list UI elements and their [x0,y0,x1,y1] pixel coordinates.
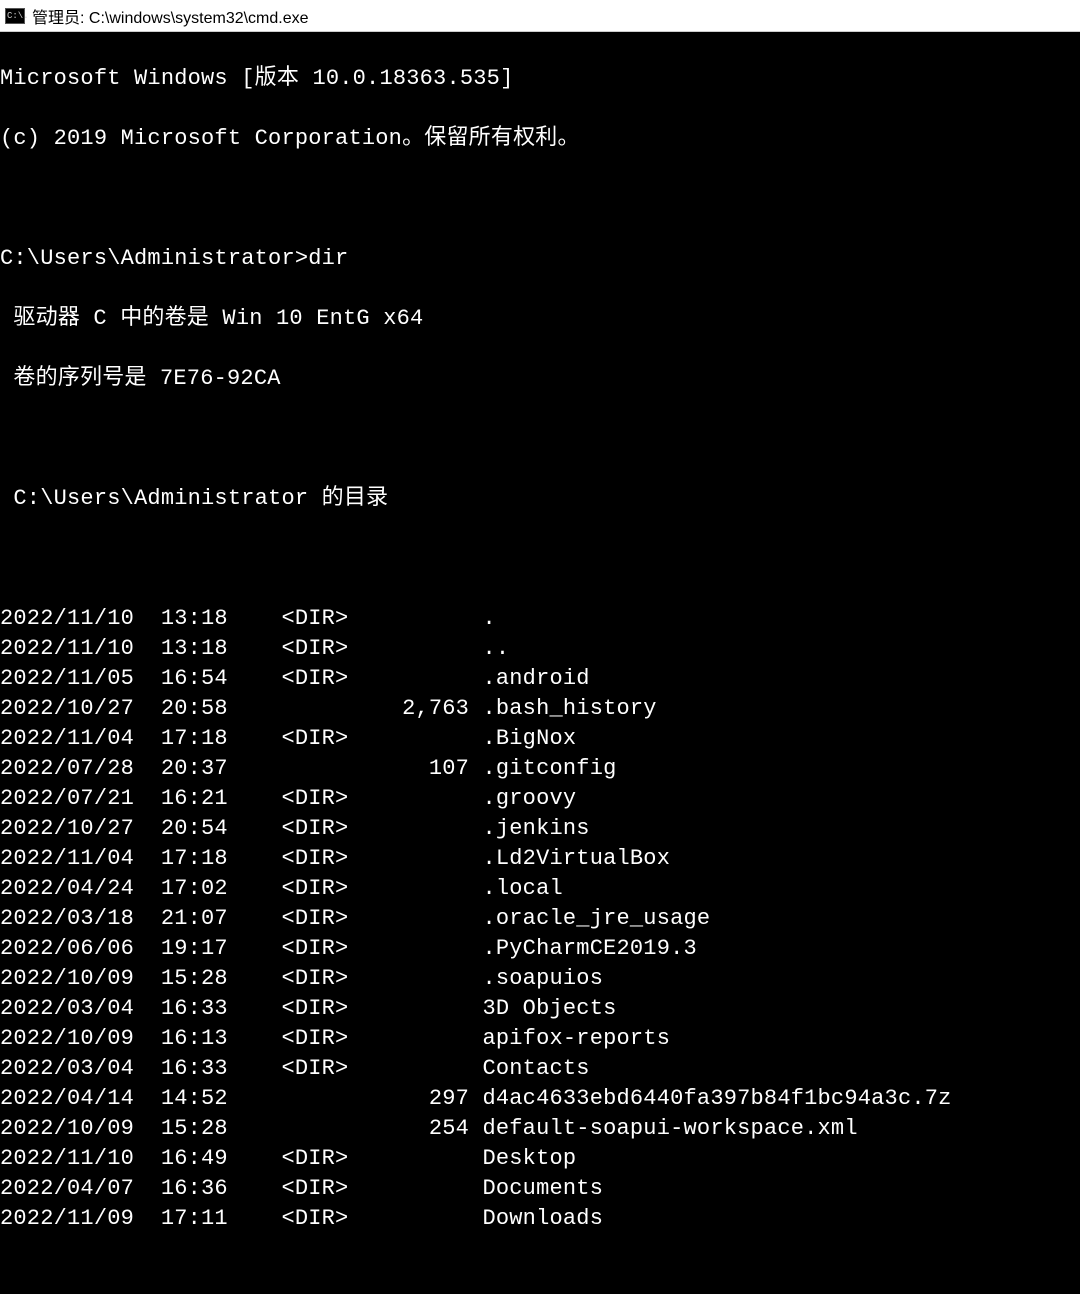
dir-entry: 2022/07/28 20:37 107 .gitconfig [0,754,1080,784]
dir-entry: 2022/11/05 16:54 <DIR> .android [0,664,1080,694]
dir-entry: 2022/03/18 21:07 <DIR> .oracle_jre_usage [0,904,1080,934]
cmd-window: C:\. 管理员: C:\windows\system32\cmd.exe Mi… [0,0,1080,1294]
dir-entry: 2022/11/04 17:18 <DIR> .Ld2VirtualBox [0,844,1080,874]
dir-entry: 2022/10/09 15:28 254 default-soapui-work… [0,1114,1080,1144]
volume-line-2: 卷的序列号是 7E76-92CA [0,364,1080,394]
blank-line [0,424,1080,454]
dir-of-line: C:\Users\Administrator 的目录 [0,484,1080,514]
dir-entry: 2022/06/06 19:17 <DIR> .PyCharmCE2019.3 [0,934,1080,964]
dir-entry: 2022/10/27 20:58 2,763 .bash_history [0,694,1080,724]
blank-line [0,544,1080,574]
blank-line [0,184,1080,214]
dir-entry: 2022/03/04 16:33 <DIR> 3D Objects [0,994,1080,1024]
dir-entry: 2022/11/09 17:11 <DIR> Downloads [0,1204,1080,1234]
dir-entry: 2022/03/04 16:33 <DIR> Contacts [0,1054,1080,1084]
window-title: 管理员: C:\windows\system32\cmd.exe [32,4,309,28]
dir-listing: 2022/11/10 13:18 <DIR> .2022/11/10 13:18… [0,604,1080,1234]
dir-entry: 2022/04/24 17:02 <DIR> .local [0,874,1080,904]
dir-entry: 2022/11/10 16:49 <DIR> Desktop [0,1144,1080,1174]
dir-entry: 2022/10/27 20:54 <DIR> .jenkins [0,814,1080,844]
header-line-1: Microsoft Windows [版本 10.0.18363.535] [0,64,1080,94]
dir-entry: 2022/11/04 17:18 <DIR> .BigNox [0,724,1080,754]
prompt-line: C:\Users\Administrator>dir [0,244,1080,274]
dir-entry: 2022/11/10 13:18 <DIR> .. [0,634,1080,664]
title-bar[interactable]: C:\. 管理员: C:\windows\system32\cmd.exe [0,0,1080,32]
dir-entry: 2022/07/21 16:21 <DIR> .groovy [0,784,1080,814]
cmd-icon: C:\. [4,7,26,25]
dir-entry: 2022/04/07 16:36 <DIR> Documents [0,1174,1080,1204]
dir-entry: 2022/10/09 15:28 <DIR> .soapuios [0,964,1080,994]
dir-entry: 2022/10/09 16:13 <DIR> apifox-reports [0,1024,1080,1054]
terminal-output[interactable]: Microsoft Windows [版本 10.0.18363.535] (c… [0,32,1080,1294]
prompt-command: dir [308,246,348,271]
dir-entry: 2022/04/14 14:52 297 d4ac4633ebd6440fa39… [0,1084,1080,1114]
prompt-path: C:\Users\Administrator> [0,246,308,271]
volume-line-1: 驱动器 C 中的卷是 Win 10 EntG x64 [0,304,1080,334]
header-line-2: (c) 2019 Microsoft Corporation。保留所有权利。 [0,124,1080,154]
dir-entry: 2022/11/10 13:18 <DIR> . [0,604,1080,634]
